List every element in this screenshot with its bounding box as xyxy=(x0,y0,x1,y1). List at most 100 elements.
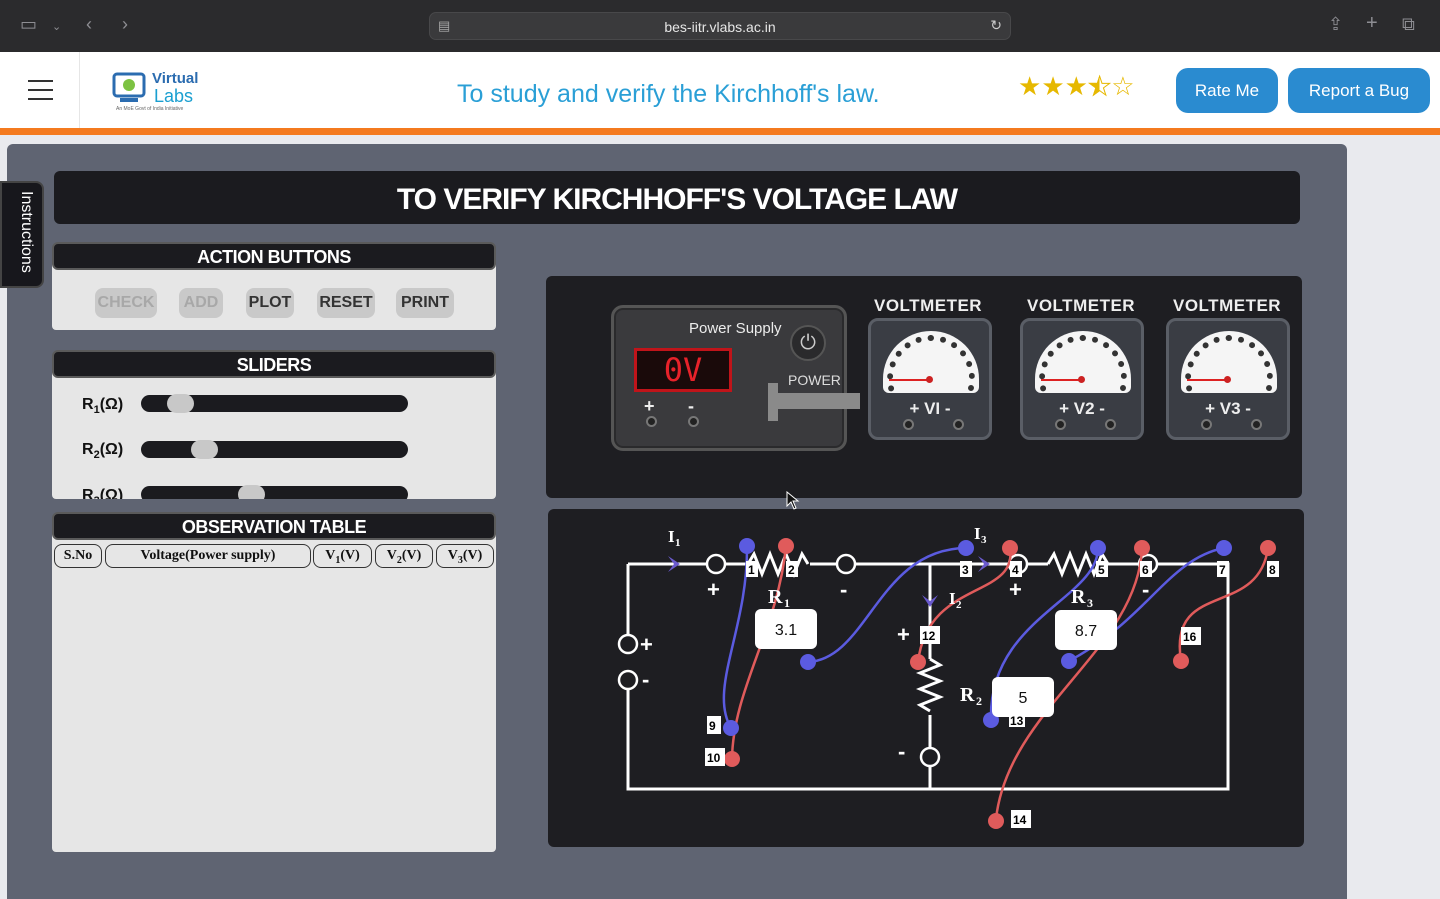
slider-r3-thumb[interactable] xyxy=(238,485,265,499)
svg-text:-: - xyxy=(1142,577,1149,602)
slider-r2[interactable] xyxy=(141,440,408,459)
power-supply-label: Power Supply xyxy=(689,320,782,337)
url-text: bes-iitr.vlabs.ac.in xyxy=(664,19,776,35)
v2-positive-terminal[interactable] xyxy=(1055,419,1066,430)
voltmeter-3: + V3 - xyxy=(1166,318,1290,440)
power-button-icon[interactable]: ⏻ xyxy=(790,325,826,361)
node-1: 1 xyxy=(748,563,755,577)
slider-r1-thumb[interactable] xyxy=(167,394,194,413)
plot-button[interactable]: PLOT xyxy=(246,288,294,318)
terminal-r2-minus[interactable] xyxy=(919,746,941,768)
v2-negative-terminal[interactable] xyxy=(1105,419,1116,430)
voltmeter-3-name: + V3 - xyxy=(1205,399,1251,418)
r2-value: 5 xyxy=(1019,690,1028,707)
slider-r3-row: R3(Ω) xyxy=(52,482,496,499)
node-5: 5 xyxy=(1098,563,1105,577)
rating-stars[interactable]: ★★★★☆ xyxy=(1018,71,1135,102)
voltmeter-2-title: VOLTMETER xyxy=(1027,296,1136,315)
rate-me-button[interactable]: Rate Me xyxy=(1176,68,1278,113)
svg-text:-: - xyxy=(642,667,649,692)
voltmeter-1: + VI - xyxy=(868,318,992,440)
voltmeter-1-title: VOLTMETER xyxy=(874,296,983,315)
col-v1: V1(V) xyxy=(313,544,372,568)
star-empty-icon[interactable]: ☆ xyxy=(1111,71,1134,101)
svg-text:+: + xyxy=(707,577,720,602)
new-tab-icon[interactable]: + xyxy=(1366,12,1378,35)
svg-text:+: + xyxy=(1009,577,1022,602)
node-13: 13 xyxy=(1010,714,1024,728)
psu-negative-terminal[interactable] xyxy=(688,416,699,427)
header-divider xyxy=(0,128,1440,135)
voltmeter-3-title: VOLTMETER xyxy=(1173,296,1282,315)
voltmeter-2-dial xyxy=(1035,331,1131,393)
psu-minus-label: - xyxy=(688,396,694,416)
share-icon[interactable]: ⇪ xyxy=(1328,14,1343,35)
col-v3: V3(V) xyxy=(436,544,494,568)
site-header: Virtual Labs An MoE Govt of India Initia… xyxy=(0,52,1440,128)
power-supply: Power Supply 0V ⏻ POWER + - xyxy=(611,305,860,451)
logo-text-labs: Labs xyxy=(154,86,194,106)
sidebar-toggle-icon[interactable]: ▭ xyxy=(20,14,37,35)
address-bar[interactable]: ▤ bes-iitr.vlabs.ac.in ↻ xyxy=(429,12,1011,40)
star-full-icon[interactable]: ★ xyxy=(1065,71,1088,101)
slider-r1-label: R1(Ω) xyxy=(82,396,124,417)
reset-button[interactable]: RESET xyxy=(317,288,375,318)
circuit-diagram: I1 I3 I2 R1 R3 R2 + - + - +- +- 3.1 8.7 5 … xyxy=(617,524,1279,829)
slider-r3-label: R3(Ω) xyxy=(82,487,124,499)
instructions-tab[interactable]: Instructions xyxy=(0,181,44,288)
check-button[interactable]: CHECK xyxy=(95,288,157,318)
svg-text:3: 3 xyxy=(1087,596,1093,610)
v1-negative-terminal[interactable] xyxy=(953,419,964,430)
star-full-icon[interactable]: ★ xyxy=(1018,71,1041,101)
power-knob-slider[interactable] xyxy=(770,393,860,409)
terminal-supply-plus[interactable] xyxy=(617,633,639,655)
col-voltage: Voltage(Power supply) xyxy=(105,544,311,568)
slider-r3[interactable] xyxy=(141,485,408,499)
node-3: 3 xyxy=(962,563,969,577)
slider-r1[interactable] xyxy=(141,394,408,413)
psu-positive-terminal[interactable] xyxy=(646,416,657,427)
menu-icon[interactable] xyxy=(0,52,80,128)
experiment-title: To study and verify the Kirchhoff's law. xyxy=(457,80,880,108)
slider-r2-thumb[interactable] xyxy=(191,440,218,459)
svg-text:-: - xyxy=(840,577,847,602)
terminal-r1-minus[interactable] xyxy=(835,553,857,575)
add-button[interactable]: ADD xyxy=(179,288,223,318)
svg-text:-: - xyxy=(898,739,905,764)
node-6: 6 xyxy=(1142,563,1149,577)
node-16: 16 xyxy=(1183,630,1197,644)
v1-positive-terminal[interactable] xyxy=(903,419,914,430)
report-bug-button[interactable]: Report a Bug xyxy=(1288,68,1430,113)
svg-text:+: + xyxy=(897,622,910,647)
psu-plus-label: + xyxy=(644,396,655,416)
v3-positive-terminal[interactable] xyxy=(1201,419,1212,430)
tabs-overview-icon[interactable]: ⧉ xyxy=(1402,14,1415,35)
action-buttons-header: ACTION BUTTONS xyxy=(52,242,496,270)
node-14: 14 xyxy=(1013,813,1027,827)
chevron-down-icon[interactable]: ⌄ xyxy=(52,20,61,33)
svg-text:I: I xyxy=(974,524,981,543)
voltmeter-1-dial xyxy=(883,331,979,393)
forward-icon[interactable]: › xyxy=(122,14,128,35)
logo-text-virtual: Virtual xyxy=(152,70,199,87)
voltmeter-2-name: + V2 - xyxy=(1059,399,1105,418)
svg-text:R: R xyxy=(768,586,783,608)
svg-text:+: + xyxy=(640,632,653,657)
observation-panel xyxy=(52,528,496,852)
logo-tagline: An MoE Govt of India Initiative xyxy=(116,106,184,112)
node-9: 9 xyxy=(709,719,716,733)
node-7: 7 xyxy=(1219,563,1226,577)
reload-icon[interactable]: ↻ xyxy=(990,17,1002,34)
star-full-icon[interactable]: ★ xyxy=(1041,71,1064,101)
terminal-supply-minus[interactable] xyxy=(617,669,639,691)
v3-negative-terminal[interactable] xyxy=(1251,419,1262,430)
star-half-icon[interactable]: ★ xyxy=(1087,71,1111,102)
virtual-labs-logo[interactable]: Virtual Labs An MoE Govt of India Initia… xyxy=(110,64,202,114)
back-icon[interactable]: ‹ xyxy=(86,14,92,35)
print-button[interactable]: PRINT xyxy=(396,288,454,318)
instructions-label: Instructions xyxy=(18,191,35,273)
terminal-r1-plus[interactable] xyxy=(705,553,727,575)
svg-text:R: R xyxy=(1071,586,1086,608)
r1-value: 3.1 xyxy=(775,622,797,639)
svg-text:2: 2 xyxy=(956,599,962,611)
